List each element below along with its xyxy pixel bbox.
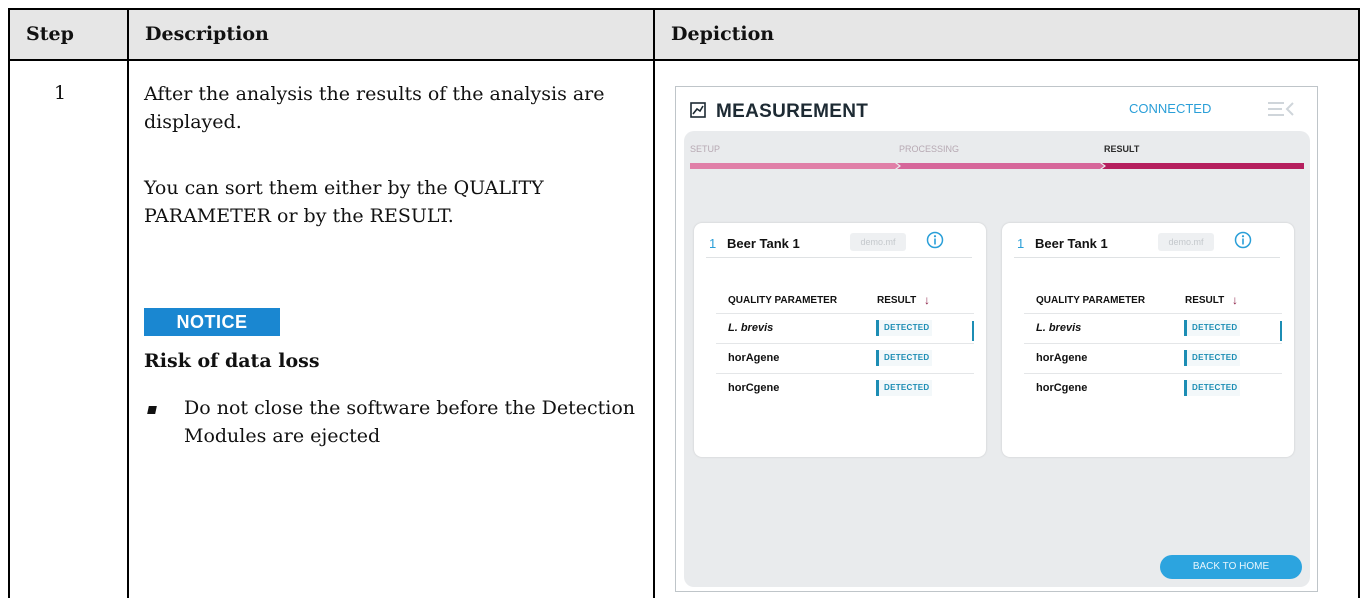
parameter-name: horAgene [1036, 352, 1088, 364]
notice-title: Risk of data loss [144, 350, 320, 372]
progress-step-setup: SETUP [690, 144, 721, 154]
menu-icon[interactable] [1266, 99, 1296, 119]
measurement-screenshot: MEASUREMENT CONNECTED SETUP PROCESSING R… [675, 86, 1318, 592]
table-row: horAgene DETECTED [716, 343, 974, 374]
progress-step-processing: PROCESSING [899, 144, 960, 154]
result-card: 1 Beer Tank 1 demo.mf QUALITY PARAMETER … [694, 223, 986, 457]
connection-status: CONNECTED [1129, 101, 1212, 116]
card-title: Beer Tank 1 [1035, 236, 1108, 251]
sort-arrow-icon[interactable]: ↓ [924, 293, 930, 307]
table-row: L. brevis DETECTED [716, 313, 974, 344]
column-divider [653, 10, 655, 598]
progress-bar [690, 163, 1304, 169]
header-depiction: Depiction [671, 23, 775, 45]
bullet-icon [147, 406, 157, 414]
procedure-table: Step Description Depiction 1 After the a… [8, 8, 1360, 598]
column-header-result[interactable]: RESULT [877, 295, 916, 306]
table-row: horCgene DETECTED [1024, 373, 1282, 404]
scrollbar[interactable] [972, 321, 974, 341]
progress-step-result: RESULT [1104, 144, 1140, 154]
column-divider [127, 10, 129, 598]
divider [706, 257, 972, 258]
result-badge: DETECTED [876, 350, 932, 366]
card-title: Beer Tank 1 [727, 236, 800, 251]
measurement-panel: SETUP PROCESSING RESULT 1 Beer Tank 1 de… [684, 131, 1310, 587]
sort-arrow-icon[interactable]: ↓ [1232, 293, 1238, 307]
result-badge: DETECTED [876, 380, 932, 396]
result-card: 1 Beer Tank 1 demo.mf QUALITY PARAMETER … [1002, 223, 1294, 457]
parameter-name: horAgene [728, 352, 780, 364]
page-title: MEASUREMENT [716, 101, 869, 122]
result-badge: DETECTED [1184, 380, 1240, 396]
results-table: QUALITY PARAMETER RESULT ↓ L. brevis DET… [716, 285, 980, 411]
info-icon[interactable] [1234, 231, 1252, 249]
result-badge: DETECTED [876, 320, 932, 336]
info-icon[interactable] [926, 231, 944, 249]
results-table: QUALITY PARAMETER RESULT ↓ L. brevis DET… [1024, 285, 1288, 411]
card-number: 1 [709, 236, 717, 251]
column-header-quality[interactable]: QUALITY PARAMETER [1036, 295, 1145, 306]
result-badge: DETECTED [1184, 350, 1240, 366]
back-to-home-button[interactable]: BACK TO HOME [1160, 555, 1302, 579]
step-number: 1 [54, 82, 67, 104]
header-description: Description [145, 23, 269, 45]
table-header-row: Step Description Depiction [10, 10, 1358, 61]
description-paragraph: After the analysis the results of the an… [144, 83, 605, 133]
table-row: L. brevis DETECTED [1024, 313, 1282, 344]
description-paragraph: You can sort them either by the QUALITY … [144, 177, 544, 227]
card-number: 1 [1017, 236, 1025, 251]
parameter-name: horCgene [728, 382, 780, 394]
parameter-name: horCgene [1036, 382, 1088, 394]
chart-icon [690, 102, 706, 118]
table-row: horAgene DETECTED [1024, 343, 1282, 374]
parameter-name: L. brevis [728, 322, 774, 334]
table-row: horCgene DETECTED [716, 373, 974, 404]
column-header-quality[interactable]: QUALITY PARAMETER [728, 295, 837, 306]
parameter-name: L. brevis [1036, 322, 1082, 334]
column-header-result[interactable]: RESULT [1185, 295, 1224, 306]
file-badge: demo.mf [1158, 233, 1214, 251]
header-step: Step [26, 23, 74, 45]
result-badge: DETECTED [1184, 320, 1240, 336]
notice-bullet-text: Do not close the software before the Det… [184, 397, 636, 447]
scrollbar[interactable] [1280, 321, 1282, 341]
file-badge: demo.mf [850, 233, 906, 251]
divider [1014, 257, 1280, 258]
notice-label: NOTICE [144, 308, 280, 336]
